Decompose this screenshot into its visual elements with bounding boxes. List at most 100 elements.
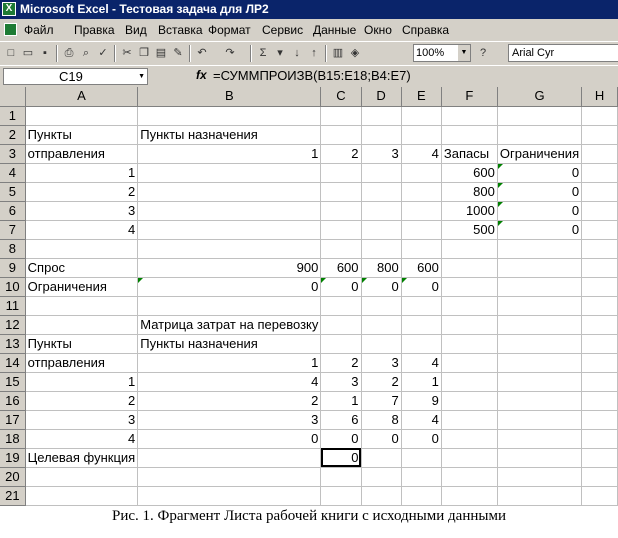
cell-E5[interactable] <box>401 182 442 202</box>
cell-H21[interactable] <box>581 486 618 506</box>
cell-H16[interactable] <box>581 391 618 411</box>
cell-E3[interactable]: 4 <box>401 144 442 164</box>
cell-B7[interactable] <box>137 220 322 240</box>
cell-E10[interactable]: 0 <box>401 277 442 297</box>
row-header[interactable]: 9 <box>0 258 26 278</box>
cell-A1[interactable] <box>25 106 139 126</box>
cell-G13[interactable] <box>497 334 583 354</box>
cell-C18[interactable]: 0 <box>320 429 362 449</box>
cell-D3[interactable]: 3 <box>361 144 402 164</box>
cell-F6[interactable]: 1000 <box>441 201 498 221</box>
cell-B10[interactable]: 0 <box>137 277 322 297</box>
cell-A15[interactable]: 1 <box>25 372 139 392</box>
cell-F4[interactable]: 600 <box>441 163 498 183</box>
cell-D16[interactable]: 7 <box>361 391 402 411</box>
row-header[interactable]: 18 <box>0 429 26 449</box>
cell-D6[interactable] <box>361 201 402 221</box>
cell-C20[interactable] <box>320 467 362 487</box>
sort-ascending-icon[interactable]: ↓ <box>289 45 305 61</box>
cell-B11[interactable] <box>137 296 322 316</box>
cell-B14[interactable]: 1 <box>137 353 322 373</box>
save-icon[interactable]: ▪ <box>37 45 53 61</box>
cell-F14[interactable] <box>441 353 498 373</box>
cell-H10[interactable] <box>581 277 618 297</box>
cell-G15[interactable] <box>497 372 583 392</box>
column-header-G[interactable]: G <box>497 87 583 107</box>
cell-H1[interactable] <box>581 106 618 126</box>
cell-B6[interactable] <box>137 201 322 221</box>
cell-H9[interactable] <box>581 258 618 278</box>
print-icon[interactable]: ⎙ <box>61 45 77 61</box>
cell-D21[interactable] <box>361 486 402 506</box>
cell-A4[interactable]: 1 <box>25 163 139 183</box>
cell-B12[interactable]: Матрица затрат на перевозку <box>137 315 322 335</box>
cell-C15[interactable]: 3 <box>320 372 362 392</box>
cell-H18[interactable] <box>581 429 618 449</box>
cell-H2[interactable] <box>581 125 618 145</box>
cell-B19[interactable] <box>137 448 322 468</box>
cell-E4[interactable] <box>401 163 442 183</box>
cell-F9[interactable] <box>441 258 498 278</box>
font-select[interactable]: Arial Cyr <box>508 44 618 62</box>
cell-D19[interactable] <box>361 448 402 468</box>
cell-D11[interactable] <box>361 296 402 316</box>
cell-H3[interactable] <box>581 144 618 164</box>
cell-G8[interactable] <box>497 239 583 259</box>
cell-C14[interactable]: 2 <box>320 353 362 373</box>
cell-C7[interactable] <box>320 220 362 240</box>
cell-A18[interactable]: 4 <box>25 429 139 449</box>
cell-F2[interactable] <box>441 125 498 145</box>
cell-C5[interactable] <box>320 182 362 202</box>
cell-E14[interactable]: 4 <box>401 353 442 373</box>
cell-A2[interactable]: Пункты <box>25 125 139 145</box>
cell-G16[interactable] <box>497 391 583 411</box>
cell-G21[interactable] <box>497 486 583 506</box>
cell-D8[interactable] <box>361 239 402 259</box>
zoom-select[interactable]: 100% ▼ <box>413 44 471 62</box>
cell-A5[interactable]: 2 <box>25 182 139 202</box>
cell-B2[interactable]: Пункты назначения <box>137 125 322 145</box>
cell-B16[interactable]: 2 <box>137 391 322 411</box>
cell-C21[interactable] <box>320 486 362 506</box>
cell-E8[interactable] <box>401 239 442 259</box>
cell-A11[interactable] <box>25 296 139 316</box>
row-header[interactable]: 4 <box>0 163 26 183</box>
cell-F19[interactable] <box>441 448 498 468</box>
cell-F8[interactable] <box>441 239 498 259</box>
cell-H19[interactable] <box>581 448 618 468</box>
row-header[interactable]: 21 <box>0 486 26 506</box>
cell-G7[interactable]: 0 <box>497 220 583 240</box>
cell-B21[interactable] <box>137 486 322 506</box>
row-header[interactable]: 11 <box>0 296 26 316</box>
column-header-F[interactable]: F <box>441 87 498 107</box>
cell-G5[interactable]: 0 <box>497 182 583 202</box>
cell-E13[interactable] <box>401 334 442 354</box>
cell-D1[interactable] <box>361 106 402 126</box>
row-header[interactable]: 7 <box>0 220 26 240</box>
row-header[interactable]: 19 <box>0 448 26 468</box>
cell-F10[interactable] <box>441 277 498 297</box>
cell-G12[interactable] <box>497 315 583 335</box>
chevron-down-icon[interactable]: ▼ <box>138 69 145 84</box>
cell-A13[interactable]: Пункты <box>25 334 139 354</box>
cell-C1[interactable] <box>320 106 362 126</box>
cell-G18[interactable] <box>497 429 583 449</box>
menu-data[interactable]: Данные <box>313 19 356 41</box>
cell-E12[interactable] <box>401 315 442 335</box>
cell-A20[interactable] <box>25 467 139 487</box>
cell-A12[interactable] <box>25 315 139 335</box>
cell-C8[interactable] <box>320 239 362 259</box>
cell-F1[interactable] <box>441 106 498 126</box>
row-header[interactable]: 12 <box>0 315 26 335</box>
cell-G2[interactable] <box>497 125 583 145</box>
cell-G20[interactable] <box>497 467 583 487</box>
row-header[interactable]: 2 <box>0 125 26 145</box>
cell-A7[interactable]: 4 <box>25 220 139 240</box>
cell-H4[interactable] <box>581 163 618 183</box>
autosum-icon[interactable]: Σ <box>255 45 271 61</box>
cell-A14[interactable]: отправления <box>25 353 139 373</box>
row-header[interactable]: 17 <box>0 410 26 430</box>
cell-F21[interactable] <box>441 486 498 506</box>
function-icon[interactable]: ▾ <box>272 45 288 61</box>
cell-C19[interactable]: 0 <box>320 448 362 468</box>
